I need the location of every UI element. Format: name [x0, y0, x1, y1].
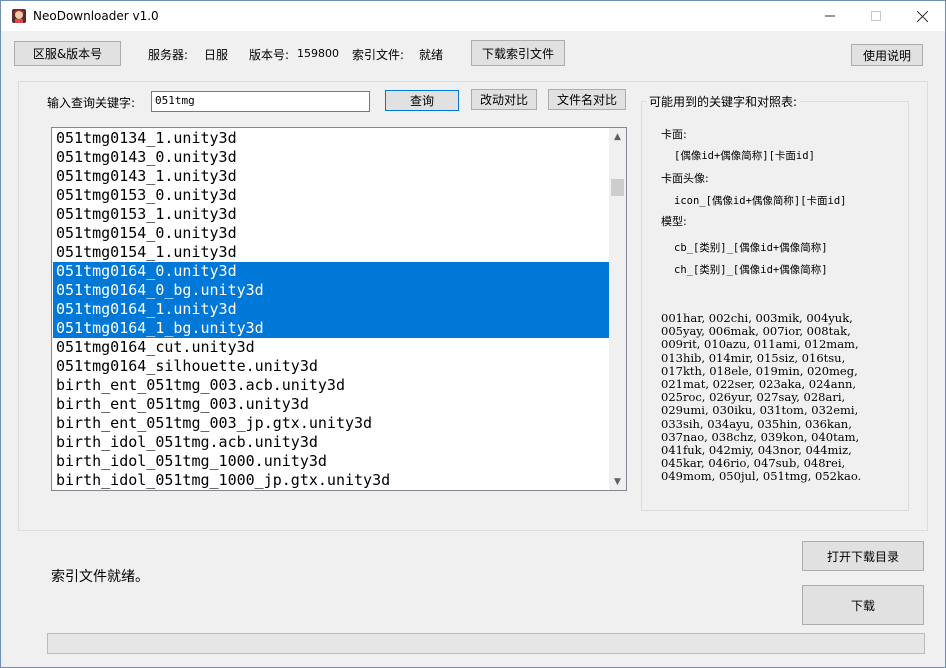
- file-list-item[interactable]: birth_ent_051tmg_003.acb.unity3d: [53, 376, 609, 395]
- file-list-item[interactable]: birth_idol_051tmg.acb.unity3d: [53, 433, 609, 452]
- file-list-item[interactable]: birth_idol_051tmg_1000_jp.gtx.unity3d: [53, 471, 609, 490]
- maximize-icon: [871, 11, 881, 21]
- file-list-item[interactable]: 051tmg0164_0_bg.unity3d: [53, 281, 609, 300]
- file-list-item[interactable]: 051tmg0154_1.unity3d: [53, 243, 609, 262]
- search-label: 输入查询关键字:: [47, 96, 136, 110]
- idol-code-line: 033sih, 034ayu, 035hin, 036kan,: [661, 416, 852, 431]
- version-value: 159800: [297, 47, 339, 60]
- idol-code-table: 001har, 002chi, 003mik, 004yuk, 005yay, 0…: [661, 311, 862, 484]
- file-list-item[interactable]: 051tmg0143_1.unity3d: [53, 167, 609, 186]
- file-list-item[interactable]: birth_idol_051tmg_1000.unity3d: [53, 452, 609, 471]
- file-list[interactable]: 051tmg0134_1.unity3d 051tmg0143_0.unity3d…: [51, 127, 627, 491]
- file-list-item[interactable]: 051tmg0153_0.unity3d: [53, 186, 609, 205]
- file-list-items: 051tmg0134_1.unity3d 051tmg0143_0.unity3d…: [53, 129, 609, 490]
- scroll-thumb[interactable]: [611, 179, 624, 196]
- model-pattern-1: cb_[类别]_[偶像id+偶像简称]: [674, 242, 828, 254]
- file-list-item[interactable]: 051tmg0164_1.unity3d: [53, 300, 609, 319]
- search-input[interactable]: 051tmg: [151, 91, 370, 112]
- idol-code-line: 013hib, 014mir, 015siz, 016tsu,: [661, 350, 846, 365]
- card-pattern: [偶像id+偶像简称][卡面id]: [674, 150, 815, 162]
- scroll-down-icon[interactable]: ▼: [609, 473, 626, 490]
- file-list-item[interactable]: 051tmg0143_0.unity3d: [53, 148, 609, 167]
- scroll-up-icon[interactable]: ▲: [609, 128, 626, 145]
- download-index-button[interactable]: 下载索引文件: [471, 40, 565, 66]
- server-value: 日服: [204, 48, 229, 62]
- file-list-item[interactable]: 051tmg0154_0.unity3d: [53, 224, 609, 243]
- card-label: 卡面:: [661, 128, 687, 141]
- file-list-item[interactable]: 051tmg0164_cut.unity3d: [53, 338, 609, 357]
- minimize-button[interactable]: [807, 1, 853, 31]
- avatar-pattern: icon_[偶像id+偶像简称][卡面id]: [674, 195, 847, 207]
- index-file-label: 索引文件:: [352, 48, 405, 62]
- avatar-label: 卡面头像:: [661, 172, 709, 185]
- model-label: 模型:: [661, 215, 687, 228]
- diff-compare-button[interactable]: 改动对比: [471, 89, 537, 110]
- file-list-item[interactable]: 051tmg0153_1.unity3d: [53, 205, 609, 224]
- region-version-button[interactable]: 区服&版本号: [14, 41, 121, 66]
- maximize-button[interactable]: [853, 1, 899, 31]
- download-button[interactable]: 下载: [802, 585, 924, 625]
- app-icon: [12, 9, 26, 23]
- file-list-item[interactable]: birth_ent_051tmg_003.unity3d: [53, 395, 609, 414]
- close-icon: [916, 10, 928, 22]
- file-list-item[interactable]: 051tmg0164_0.unity3d: [53, 262, 609, 281]
- main-window: NeoDownloader v1.0 区服&版本号 服务器: 日服 版本号: 1…: [0, 0, 946, 668]
- model-pattern-2: ch_[类别]_[偶像id+偶像简称]: [674, 264, 828, 276]
- file-list-item[interactable]: 051tmg0134_1.unity3d: [53, 129, 609, 148]
- file-list-scrollbar[interactable]: ▲ ▼: [609, 128, 626, 490]
- help-button[interactable]: 使用说明: [851, 44, 923, 66]
- filename-compare-button[interactable]: 文件名对比: [548, 89, 626, 110]
- keyword-reference-title: 可能用到的关键字和对照表:: [646, 93, 801, 110]
- index-file-status: 就绪: [419, 48, 444, 62]
- idol-code-line: 029umi, 030iku, 031tom, 032emi,: [661, 403, 859, 418]
- file-list-item[interactable]: 051tmg0164_1_bg.unity3d: [53, 319, 609, 338]
- status-text: 索引文件就绪。: [51, 569, 149, 585]
- open-download-folder-button[interactable]: 打开下载目录: [802, 541, 924, 571]
- file-list-item[interactable]: 051tmg0164_silhouette.unity3d: [53, 357, 609, 376]
- query-button[interactable]: 查询: [385, 90, 459, 111]
- version-label: 版本号:: [249, 48, 290, 62]
- download-progress-bar: [47, 633, 925, 654]
- idol-code-line: 049mom, 050jul, 051tmg, 052kao.: [661, 469, 862, 484]
- close-button[interactable]: [899, 1, 945, 31]
- server-label: 服务器:: [148, 48, 189, 62]
- window-title: NeoDownloader v1.0: [33, 9, 159, 23]
- title-bar[interactable]: NeoDownloader v1.0: [1, 1, 945, 31]
- minimize-icon: [825, 15, 835, 17]
- idol-code-line: 009rit, 010azu, 011ami, 012mam,: [661, 337, 859, 352]
- file-list-item[interactable]: birth_ent_051tmg_003_jp.gtx.unity3d: [53, 414, 609, 433]
